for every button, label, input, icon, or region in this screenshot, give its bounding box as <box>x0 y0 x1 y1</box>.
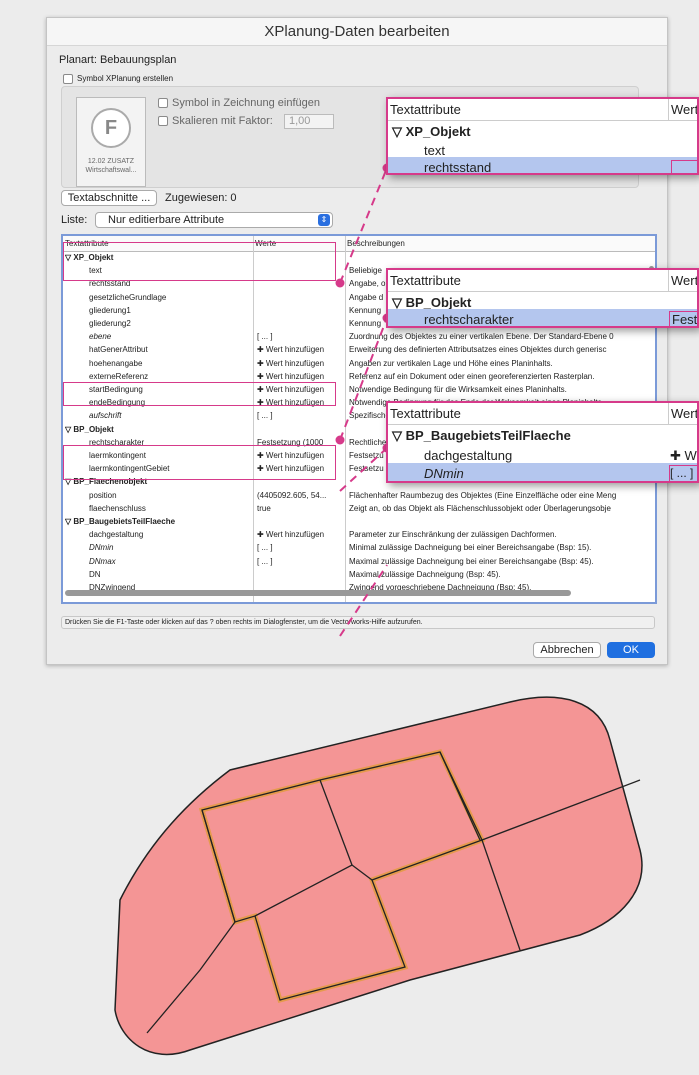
callout-col1: Textattribute <box>390 273 461 288</box>
callout-col2: Werte <box>668 403 697 425</box>
callout-xp-objekt: TextattributeWerte ▽ XP_Objekt text rech… <box>386 97 699 175</box>
callout-col2: Werte <box>668 99 697 121</box>
callout-header: Textattribute Werte <box>388 99 697 121</box>
anchor-dot <box>335 435 345 445</box>
callout-header: Textattribute Werte <box>388 403 697 425</box>
leader-line <box>339 447 388 492</box>
callout-baugebiet: Textattribute Werte ▽ BP_BaugebietsTeilFl… <box>386 401 699 483</box>
callout-col1: Textattribute <box>390 406 461 421</box>
callout-value-field[interactable] <box>671 160 697 173</box>
callout-group-label: XP_Objekt <box>405 124 471 139</box>
callout-row-rechtscharakter[interactable]: rechtscharakter <box>388 309 697 326</box>
leader-line <box>339 167 388 284</box>
callout-col2: Werte <box>668 270 697 292</box>
leader-line <box>339 564 388 637</box>
callout-group-row[interactable]: ▽ BP_BaugebietsTeilFlaeche <box>388 425 697 447</box>
callout-value-field[interactable]: Fests <box>669 311 697 326</box>
anchor-dot <box>335 278 345 288</box>
callout-col1: Textattribute <box>390 102 461 117</box>
plan-drawing <box>114 696 643 1056</box>
callout-value-field[interactable]: [ ... ] <box>669 465 697 481</box>
callout-header: Textattribute Werte <box>388 270 697 292</box>
callout-group-label: BP_BaugebietsTeilFlaeche <box>405 428 571 443</box>
callout-group-label: BP_Objekt <box>405 295 472 310</box>
callout-row-rechtsstand[interactable]: rechtsstand <box>388 157 697 173</box>
callout-row-dnmin[interactable]: DNmin <box>388 463 697 481</box>
callout-bp-objekt: TextattributeWerte ▽ BP_Objekt rechtscha… <box>386 268 699 328</box>
leader-line <box>339 317 388 441</box>
